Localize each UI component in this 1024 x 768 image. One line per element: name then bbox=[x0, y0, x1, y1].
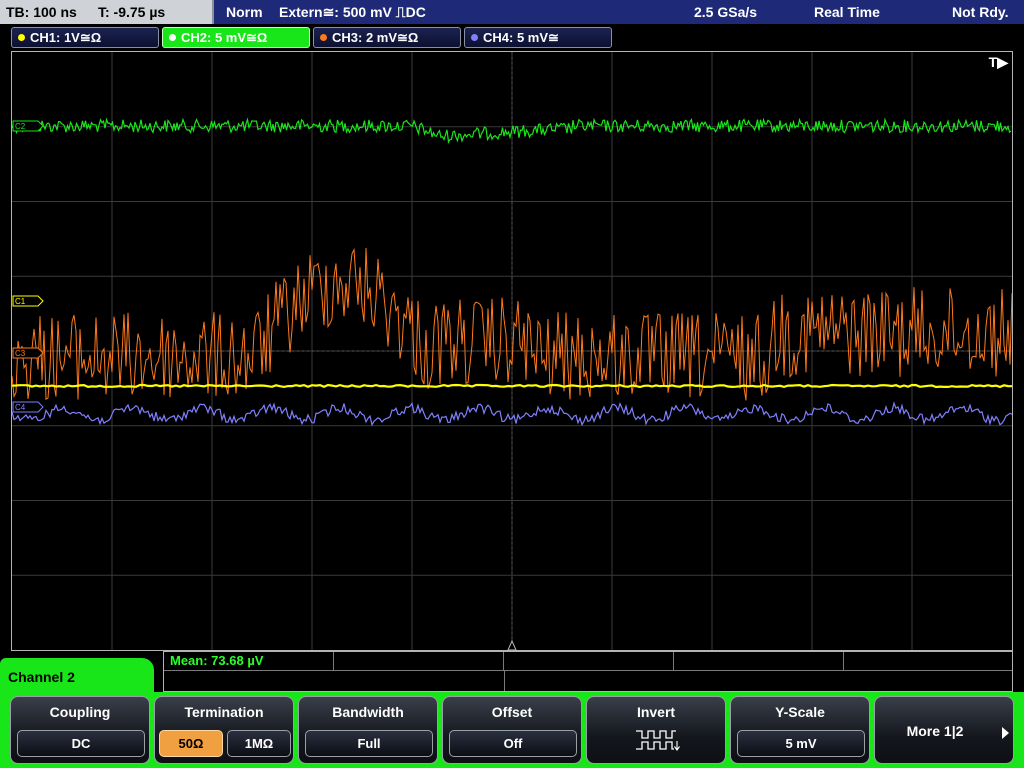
invert-waveform-icon bbox=[636, 730, 680, 751]
ch3-marker[interactable]: C3 bbox=[12, 347, 44, 359]
yscale-title: Y-Scale bbox=[775, 704, 825, 720]
measurement-cell[interactable] bbox=[504, 652, 674, 671]
trigger-position-icon[interactable] bbox=[507, 639, 517, 650]
tab-ch1-label: CH1: 1V≅Ω bbox=[30, 30, 102, 45]
graticule bbox=[12, 52, 1012, 650]
invert-title: Invert bbox=[636, 704, 676, 720]
tab-ch3[interactable]: CH3: 2 mV≅Ω bbox=[313, 27, 461, 48]
tab-ch2-label: CH2: 5 mV≅Ω bbox=[181, 30, 268, 45]
trigger-marker-label: T▶ bbox=[988, 54, 1008, 70]
termination-title: Termination bbox=[184, 704, 264, 720]
timebase-panel[interactable]: TB: 100 ns T: -9.75 µs bbox=[0, 0, 214, 24]
mean-measurement: Mean: 73.68 µV bbox=[170, 653, 264, 668]
invert-softkey[interactable]: Invert bbox=[586, 696, 726, 764]
ch1-marker-label: C1 bbox=[15, 297, 26, 306]
measurement-cell[interactable]: Mean: 73.68 µV bbox=[164, 652, 334, 671]
ch1-marker[interactable]: C1 bbox=[12, 295, 44, 307]
acquisition-state: Not Rdy. bbox=[952, 4, 1009, 20]
measurement-cell[interactable] bbox=[844, 652, 1012, 671]
timebase-value: TB: 100 ns bbox=[6, 4, 77, 20]
tab-ch4-label: CH4: 5 mV≅ bbox=[483, 30, 559, 45]
ch2-color-dot bbox=[169, 34, 176, 41]
coupling-value[interactable]: DC bbox=[17, 730, 145, 757]
softkey-bar: Coupling DC Termination 50Ω 1MΩ Bandwidt… bbox=[0, 692, 1024, 768]
coupling-title: Coupling bbox=[49, 704, 111, 720]
ch4-marker[interactable]: C4 bbox=[12, 401, 44, 413]
arrow-right-icon bbox=[1002, 727, 1009, 739]
measurement-cell[interactable] bbox=[674, 652, 844, 671]
trigger-time-value: T: -9.75 µs bbox=[98, 4, 166, 20]
offset-value[interactable]: Off bbox=[449, 730, 577, 757]
offset-softkey[interactable]: Offset Off bbox=[442, 696, 582, 764]
bandwidth-softkey[interactable]: Bandwidth Full bbox=[298, 696, 438, 764]
yscale-softkey[interactable]: Y-Scale 5 mV bbox=[730, 696, 870, 764]
ch2-marker-label: C2 bbox=[15, 122, 26, 131]
ch4-color-dot bbox=[471, 34, 478, 41]
coupling-softkey[interactable]: Coupling DC bbox=[10, 696, 150, 764]
termination-50ohm-option[interactable]: 50Ω bbox=[159, 730, 223, 757]
tab-ch2[interactable]: CH2: 5 mV≅Ω bbox=[162, 27, 310, 48]
measurement-panel: Mean: 73.68 µV bbox=[163, 651, 1013, 692]
tab-ch3-label: CH3: 2 mV≅Ω bbox=[332, 30, 419, 45]
measurement-row-2 bbox=[164, 671, 1012, 691]
tab-ch1[interactable]: CH1: 1V≅Ω bbox=[11, 27, 159, 48]
menu-title: Channel 2 bbox=[8, 669, 75, 685]
termination-softkey[interactable]: Termination 50Ω 1MΩ bbox=[154, 696, 294, 764]
ch4-marker-label: C4 bbox=[15, 403, 26, 412]
termination-1mohm-option[interactable]: 1MΩ bbox=[227, 730, 291, 757]
measurement-cell[interactable] bbox=[334, 652, 504, 671]
tab-ch4[interactable]: CH4: 5 mV≅ bbox=[464, 27, 612, 48]
bandwidth-value[interactable]: Full bbox=[305, 730, 433, 757]
status-bar: TB: 100 ns T: -9.75 µs Norm Extern≅: 500… bbox=[0, 0, 1024, 24]
sample-rate: 2.5 GSa/s bbox=[694, 4, 758, 20]
acquisition-mode: Real Time bbox=[814, 4, 880, 20]
bandwidth-title: Bandwidth bbox=[332, 704, 404, 720]
offset-title: Offset bbox=[491, 704, 533, 720]
ch1-color-dot bbox=[18, 34, 25, 41]
ch2-marker[interactable]: C2 bbox=[12, 120, 44, 132]
trigger-source[interactable]: Extern≅: 500 mV ⎍DC bbox=[279, 3, 426, 21]
yscale-value[interactable]: 5 mV bbox=[737, 730, 865, 757]
waveform-canvas: C1 C2 C3 C4 bbox=[12, 52, 1012, 650]
trigger-mode[interactable]: Norm bbox=[226, 3, 263, 21]
more-label: More 1|2 bbox=[906, 723, 964, 739]
ch1-trace bbox=[12, 383, 1012, 389]
divider bbox=[504, 671, 505, 691]
ch3-color-dot bbox=[320, 34, 327, 41]
waveform-display[interactable]: C1 C2 C3 C4 T▶ bbox=[11, 51, 1013, 651]
channel-tabs: CH1: 1V≅Ω CH2: 5 mV≅Ω CH3: 2 mV≅Ω CH4: 5… bbox=[0, 24, 1024, 50]
ch3-marker-label: C3 bbox=[15, 349, 26, 358]
more-softkey[interactable]: More 1|2 bbox=[874, 696, 1014, 764]
